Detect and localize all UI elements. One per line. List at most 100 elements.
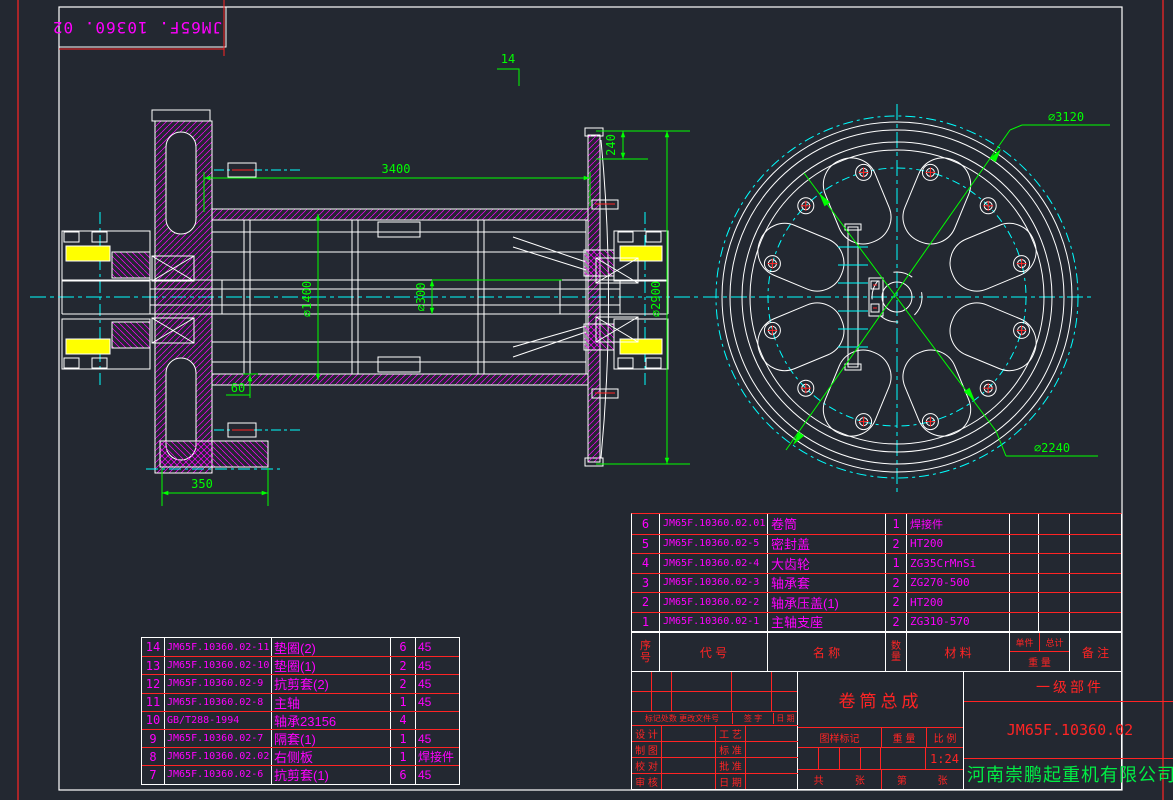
cell-seq: 3 [632,574,659,593]
dim-3400: 3400 [382,162,411,176]
cell-total-weight [1038,593,1069,612]
end-view: ∅3120 ∅2240 [703,104,1110,492]
sheet-code-stamp: JM65F. 10360. 02 [64,11,222,43]
cell-code: GB/T288-1994 [164,712,271,729]
section-view [30,110,700,473]
cell-code: JM65F.10360.02-6 [164,766,271,783]
cell-qty: 6 [390,766,415,783]
role-label: 日 期 [716,773,746,789]
cell-code: JM65F.10360.02.02 [164,748,271,765]
cell-code: JM65F.10360.02-11 [164,638,271,656]
role-label: 设 计 [632,725,662,741]
cell-seq: 14 [142,638,164,656]
header-material: 材 料 [906,633,1009,671]
title-block-revision-area: 标记处数 更改文件号 签 字 日 期 设 计 工 艺 制 图 标 准 校 对 批… [632,672,798,789]
drawing-number: JM65F.10360.02 [964,702,1173,759]
cell-qty: 2 [885,613,906,632]
stamp-label: 图样标记 [798,728,881,747]
cell-qty: 1 [390,694,415,711]
cell-code: JM65F.10360.02-3 [659,574,767,593]
cell-seq: 11 [142,694,164,711]
title-block-middle: 卷筒总成 图样标记 重 量 比 例 1:24 共 张 第 张 [798,672,964,789]
table-row: 9 JM65F.10360.02-7 隔套(1) 1 45 [142,729,459,747]
callout-14: 14 [501,52,515,66]
dimensions-side-view: 3400 240 ∅2900 ∅1400 ∅300 60 350 14 [162,52,690,506]
sign-label: 签 字 [732,713,773,724]
cell-qty: 1 [390,748,415,765]
cell-material [415,712,459,729]
bom-table: 6 JM65F.10360.02.01 卷筒 1 焊接件 5 JM65F.103… [631,513,1122,632]
cell-seq: 10 [142,712,164,729]
bom-header: 序号 代 号 名 称 数量 材 料 单件 总计 重 量 备 注 [631,632,1122,672]
table-row: 2 JM65F.10360.02-2 轴承压盖(1) 2 HT200 [632,592,1121,612]
cell-code: JM65F.10360.02-8 [164,694,271,711]
cell-name: 卷筒 [767,514,885,534]
cell-seq: 9 [142,730,164,747]
weight-label: 重 量 [881,728,926,747]
cell-unit-weight [1009,593,1038,612]
table-row: 4 JM65F.10360.02-4 大齿轮 1 ZG35CrMnSi [632,553,1121,573]
table-row: 11 JM65F.10360.02-8 主轴 1 45 [142,693,459,711]
cell-total-weight [1038,554,1069,573]
cell-name: 垫圈(1) [271,657,390,674]
table-row: 5 JM65F.10360.02-5 密封盖 2 HT200 [632,534,1121,554]
role-label: 审 核 [632,773,662,789]
table-row: 6 JM65F.10360.02.01 卷筒 1 焊接件 [632,514,1121,534]
cell-seq: 12 [142,675,164,692]
cell-seq: 5 [632,535,659,554]
dim-300: ∅300 [414,283,428,312]
cell-material: 45 [415,694,459,711]
cell-remarks [1069,554,1121,573]
table-row: 8 JM65F.10360.02.02 右侧板 1 焊接件 [142,747,459,765]
cell-name: 隔套(1) [271,730,390,747]
rev-header-label: 标记处数 更改文件号 [632,713,732,724]
stamp-weight-scale-values: 1:24 [798,748,963,770]
role-label: 制 图 [632,741,662,757]
product-title: 卷筒总成 [798,672,963,728]
cell-material: 45 [415,657,459,674]
sheet-unit: 张 [938,772,948,787]
cell-name: 右侧板 [271,748,390,765]
cell-total-weight [1038,535,1069,554]
cell-name: 轴承压盖(1) [767,593,885,612]
title-block: 标记处数 更改文件号 签 字 日 期 设 计 工 艺 制 图 标 准 校 对 批… [631,672,1122,790]
table-row: 7 JM65F.10360.02-6 抗剪套(1) 6 45 [142,765,459,783]
header-qty: 数量 [885,633,906,671]
date-label: 日 期 [773,713,797,724]
cell-remarks [1069,514,1121,534]
cell-code: JM65F.10360.02-1 [659,613,767,632]
table-row: 10 GB/T288-1994 轴承23156 4 [142,711,459,729]
cell-seq: 13 [142,657,164,674]
cell-remarks [1069,593,1121,612]
cell-total-weight [1038,514,1069,534]
cell-qty: 2 [390,657,415,674]
role-label: 批 准 [716,757,746,773]
cell-name: 抗剪套(2) [271,675,390,692]
sheets-unit: 张 [855,772,865,787]
assembly-grade: 一级部件 [964,672,1173,702]
cell-material: 45 [415,730,459,747]
header-code: 代 号 [659,633,767,671]
cell-material: ZG35CrMnSi [906,554,1009,573]
cell-remarks [1069,535,1121,554]
cell-code: JM65F.10360.02-10 [164,657,271,674]
parts-table-left: 14 JM65F.10360.02-11 垫圈(2) 6 45 13 JM65F… [141,637,460,785]
cell-material: ZG310-570 [906,613,1009,632]
cell-unit-weight [1009,554,1038,573]
cell-name: 抗剪套(1) [271,766,390,783]
header-weight-block: 单件 总计 重 量 [1009,633,1069,671]
scale-label: 比 例 [926,728,963,747]
header-name: 名 称 [767,633,885,671]
dim-2900: ∅2900 [649,281,663,317]
cell-name: 垫圈(2) [271,638,390,656]
cad-viewport[interactable]: 3400 240 ∅2900 ∅1400 ∅300 60 350 14 [0,0,1173,800]
title-block-right: 一级部件 JM65F.10360.02 河南崇鹏起重机有限公司 [964,672,1173,789]
dim-240: 240 [604,134,618,156]
header-unit-weight: 单件 [1010,633,1040,651]
scale-value: 1:24 [926,748,963,769]
dim-2240: ∅2240 [1034,441,1070,455]
cell-material: 45 [415,675,459,692]
cell-seq: 7 [142,766,164,783]
dim-1400: ∅1400 [300,281,314,317]
cell-name: 轴承套 [767,574,885,593]
